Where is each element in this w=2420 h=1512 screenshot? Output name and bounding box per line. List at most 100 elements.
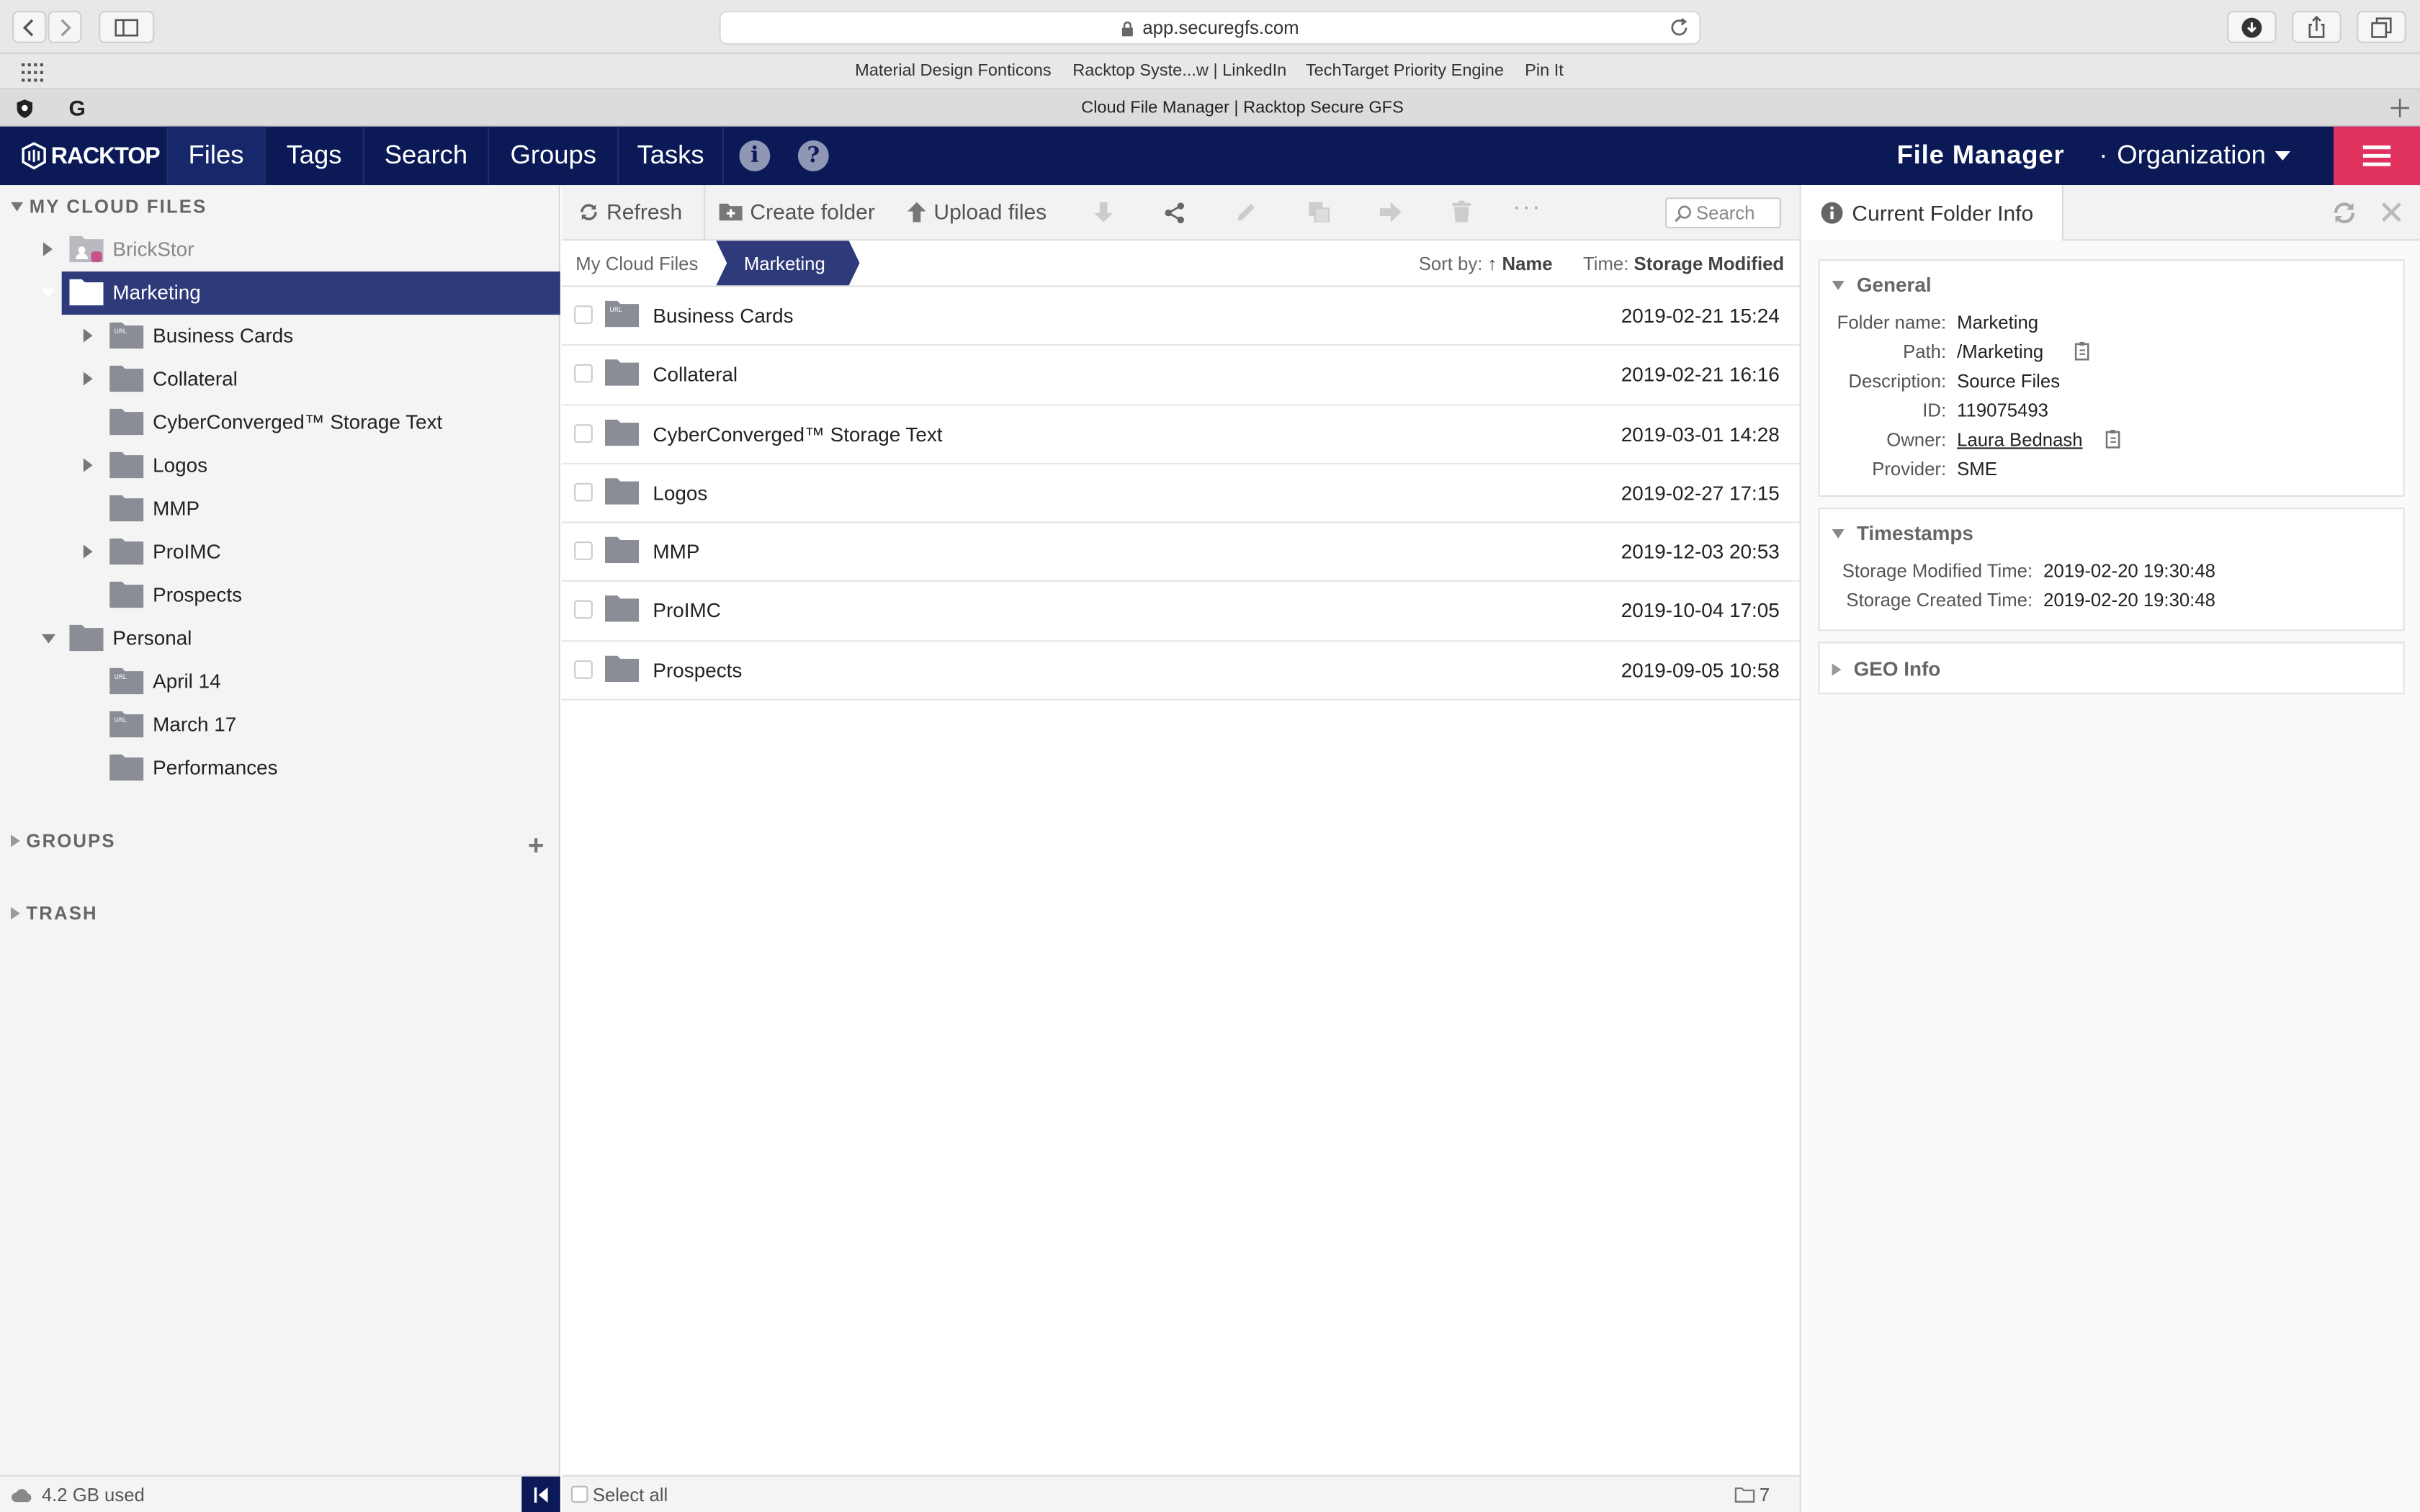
move-arrow-icon[interactable]: [1379, 202, 1402, 222]
row-checkbox[interactable]: [574, 541, 593, 561]
refresh-icon[interactable]: [2332, 201, 2357, 225]
upload-files-button[interactable]: Upload files: [908, 199, 1047, 224]
bookmark-item[interactable]: Pin It: [1525, 62, 1564, 81]
time-value[interactable]: Storage Modified: [1634, 253, 1785, 274]
row-checkbox[interactable]: [574, 364, 593, 384]
my-cloud-files-header[interactable]: MY CLOUD FILES: [11, 196, 207, 217]
owner-link[interactable]: Laura Bednash: [1957, 429, 2082, 451]
caret-right-icon[interactable]: [83, 328, 93, 343]
nav-tags[interactable]: Tags: [264, 126, 362, 186]
search-icon: [1675, 204, 1692, 222]
forward-button[interactable]: [48, 11, 82, 43]
trash-icon[interactable]: [1452, 200, 1471, 222]
nav-search[interactable]: Search: [362, 126, 488, 186]
more-actions-button[interactable]: ···: [1512, 194, 1542, 222]
sidebar-toggle-button[interactable]: [99, 11, 155, 43]
trash-header[interactable]: TRASH: [11, 903, 98, 924]
caret-right-icon[interactable]: [83, 372, 93, 386]
file-name[interactable]: Logos: [653, 481, 707, 504]
sort-info[interactable]: Sort by: ↑ Name Time: Storage Modified: [1419, 253, 1784, 274]
sort-value[interactable]: ↑ Name: [1488, 253, 1553, 274]
sidebar-folder-item[interactable]: MMP: [0, 487, 560, 531]
hamburger-menu-button[interactable]: [2334, 126, 2420, 186]
organization-dropdown[interactable]: · Organization: [2099, 140, 2291, 171]
address-bar[interactable]: app.securegfs.com: [719, 11, 1701, 45]
sidebar-folder-item[interactable]: Collateral: [0, 358, 560, 401]
sidebar-folder-item[interactable]: Personal: [0, 617, 560, 660]
select-all-label[interactable]: Select all: [593, 1484, 668, 1506]
caret-down-icon[interactable]: [41, 634, 56, 644]
file-name[interactable]: Prospects: [653, 659, 742, 682]
share-icon[interactable]: [1164, 202, 1186, 224]
share-button[interactable]: [2292, 11, 2341, 43]
row-checkbox[interactable]: [574, 660, 593, 679]
sidebar-folder-item[interactable]: Performances: [0, 747, 560, 790]
select-all-checkbox[interactable]: [570, 1485, 588, 1503]
sidebar-folder-item[interactable]: Logos: [0, 444, 560, 487]
caret-right-icon[interactable]: [43, 242, 53, 256]
new-tab-icon[interactable]: [2390, 99, 2409, 117]
racktop-logo[interactable]: RACKTOP: [22, 142, 161, 170]
file-name[interactable]: MMP: [653, 540, 699, 563]
back-button[interactable]: [12, 11, 47, 43]
collapse-sidebar-button[interactable]: [521, 1476, 560, 1512]
row-checkbox[interactable]: [574, 305, 593, 324]
search-input[interactable]: Search: [1665, 197, 1781, 229]
info-icon[interactable]: i: [739, 140, 771, 171]
bookmark-item[interactable]: Material Design Fonticons: [855, 62, 1052, 81]
sidebar-folder-item[interactable]: Marketing: [41, 271, 560, 315]
sidebar-folder-item[interactable]: URL April 14: [0, 660, 560, 703]
reload-icon[interactable]: [1670, 17, 1690, 39]
sidebar-folder-item[interactable]: BrickStor: [0, 228, 560, 271]
file-name[interactable]: Collateral: [653, 363, 738, 386]
file-row[interactable]: MMP 2019-12-03 20:53: [562, 523, 1800, 582]
caret-right-icon[interactable]: [83, 544, 93, 559]
row-checkbox[interactable]: [574, 600, 593, 620]
file-name[interactable]: Business Cards: [653, 304, 793, 327]
downloads-button[interactable]: [2227, 11, 2277, 43]
breadcrumb-root[interactable]: My Cloud Files: [575, 253, 698, 274]
caret-down-icon[interactable]: [41, 288, 56, 298]
file-row[interactable]: Logos 2019-02-27 17:15: [562, 464, 1800, 523]
help-icon[interactable]: ?: [797, 140, 829, 171]
tab-current-folder-info[interactable]: Current Folder Info: [1801, 185, 2063, 241]
row-checkbox[interactable]: [574, 482, 593, 502]
sidebar-folder-item[interactable]: URL Business Cards: [0, 315, 560, 358]
groups-header[interactable]: GROUPS: [11, 830, 116, 852]
geo-info-header[interactable]: GEO Info: [1832, 657, 1940, 680]
download-icon[interactable]: [1094, 202, 1113, 222]
active-tab-title[interactable]: Cloud File Manager | Racktop Secure GFS: [0, 99, 2420, 117]
file-row[interactable]: URL Business Cards 2019-02-21 15:24: [562, 287, 1800, 346]
file-row[interactable]: Prospects 2019-09-05 10:58: [562, 642, 1800, 701]
refresh-button[interactable]: Refresh: [579, 199, 682, 224]
copy-clipboard-icon[interactable]: [2074, 341, 2093, 361]
tabs-overview-button[interactable]: [2357, 11, 2406, 43]
file-row[interactable]: Collateral 2019-02-21 16:16: [562, 346, 1800, 405]
caret-right-icon[interactable]: [83, 458, 93, 472]
nav-files[interactable]: Files: [166, 126, 264, 186]
bookmark-item[interactable]: Racktop Syste...w | LinkedIn: [1072, 62, 1286, 81]
sidebar-folder-item[interactable]: Prospects: [0, 574, 560, 617]
create-folder-button[interactable]: Create folder: [719, 199, 875, 224]
copy-icon[interactable]: [1309, 202, 1330, 222]
sidebar-folder-item[interactable]: CyberConverged™ Storage Text: [0, 401, 560, 444]
nav-tasks[interactable]: Tasks: [617, 126, 724, 186]
sidebar-folder-item[interactable]: ProIMC: [0, 531, 560, 574]
file-row[interactable]: ProIMC 2019-10-04 17:05: [562, 582, 1800, 642]
grid-apps-icon[interactable]: [22, 63, 43, 82]
timestamps-header[interactable]: Timestamps: [1832, 521, 1973, 544]
geo-info-section[interactable]: GEO Info: [1818, 642, 2405, 695]
nav-groups[interactable]: Groups: [488, 126, 617, 186]
breadcrumb-current[interactable]: Marketing: [716, 240, 861, 286]
bookmark-item[interactable]: TechTarget Priority Engine: [1306, 62, 1504, 81]
close-icon[interactable]: [2381, 202, 2401, 222]
add-group-icon[interactable]: +: [528, 830, 544, 863]
copy-clipboard-icon[interactable]: [2105, 429, 2124, 449]
file-name[interactable]: ProIMC: [653, 599, 720, 622]
row-checkbox[interactable]: [574, 423, 593, 443]
edit-pencil-icon[interactable]: [1236, 202, 1256, 222]
file-row[interactable]: CyberConverged™ Storage Text 2019-03-01 1…: [562, 405, 1800, 464]
sidebar-folder-item[interactable]: URL March 17: [0, 703, 560, 747]
general-header[interactable]: General: [1832, 273, 1932, 296]
file-name[interactable]: CyberConverged™ Storage Text: [653, 422, 942, 445]
